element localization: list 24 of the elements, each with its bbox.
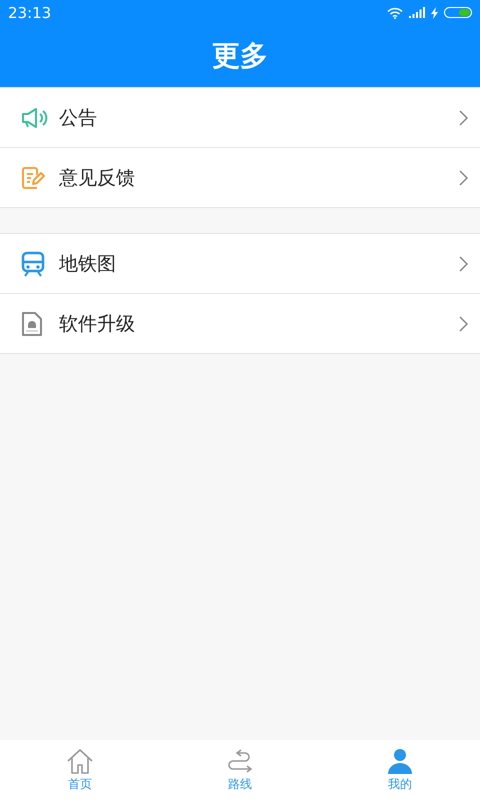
train-icon (21, 250, 45, 276)
home-icon (66, 748, 94, 774)
menu-item[interactable]: 软件升级 (0, 294, 480, 353)
menu-item[interactable]: 地铁图 (0, 234, 480, 294)
chevron-icon (459, 110, 468, 126)
status-time: 23:13 (8, 4, 52, 22)
menu-label: 软件升级 (59, 312, 136, 336)
menu-label: 意见反馈 (59, 166, 136, 190)
wifi-icon (387, 6, 403, 18)
person-icon (387, 748, 413, 774)
charging-icon (431, 6, 438, 18)
menu-item[interactable]: 意见反馈 (0, 148, 480, 207)
menu-label: 地铁图 (59, 252, 117, 276)
battery-icon (444, 7, 472, 18)
menu-label: 公告 (59, 106, 98, 130)
note-pencil-icon (21, 166, 45, 188)
chevron-icon (459, 316, 468, 332)
file-android-icon (21, 310, 43, 336)
megaphone-icon (21, 106, 48, 128)
header-title: 更多 (211, 38, 269, 74)
signal-icon (409, 7, 425, 18)
chevron-icon (459, 170, 468, 186)
menu-item[interactable]: 公告 (0, 88, 480, 148)
chevron-icon (459, 256, 468, 272)
